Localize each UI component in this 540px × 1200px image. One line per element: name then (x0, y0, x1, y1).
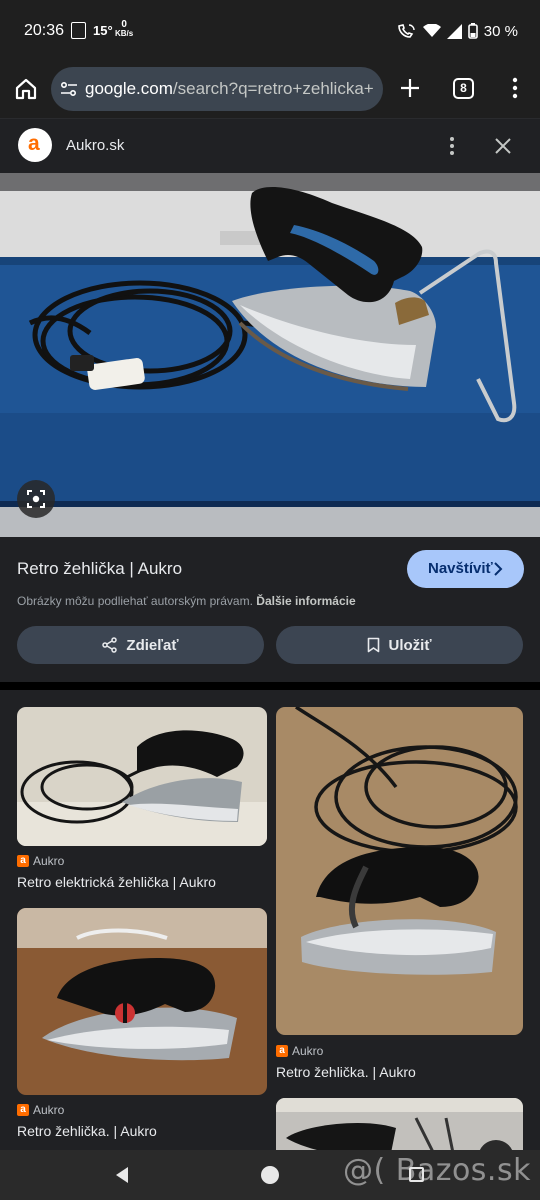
aukro-logo-letter: a (28, 132, 40, 155)
result-source: a Aukro (17, 854, 64, 868)
aukro-logo[interactable]: a (18, 128, 52, 162)
share-icon (102, 637, 118, 653)
iron-thumbnail-3 (276, 707, 523, 1035)
result-card[interactable] (276, 1098, 523, 1150)
iron-thumbnail-4 (276, 1098, 523, 1150)
address-bar[interactable]: google.com/search?q=retro+zehlicka+ (51, 67, 383, 111)
wifi-icon (422, 24, 441, 37)
result-thumbnail[interactable] (17, 707, 267, 846)
result-source-name: Aukro (33, 1103, 65, 1117)
battery-percent: 30 % (483, 22, 518, 40)
source-name[interactable]: Aukro.sk (66, 137, 124, 154)
result-card[interactable]: a Aukro Retro elektrická žehlička | Aukr… (17, 707, 267, 890)
result-source: a Aukro (276, 1044, 323, 1058)
back-icon[interactable] (114, 1166, 130, 1184)
lens-button[interactable] (17, 480, 55, 518)
lens-icon (27, 490, 45, 508)
status-bar: 20:36 15° 0 KB/s 30 % (0, 0, 540, 62)
home-nav-icon[interactable] (261, 1166, 279, 1184)
result-card[interactable]: a Aukro Retro žehlička. | Aukro (17, 908, 267, 1139)
iron-thumbnail-1 (17, 707, 267, 846)
iron-thumbnail-2 (17, 908, 267, 1095)
result-title[interactable]: Retro žehlička. | Aukro (276, 1064, 416, 1080)
home-icon[interactable] (13, 76, 39, 102)
result-source-name: Aukro (292, 1044, 324, 1058)
result-source-name: Aukro (33, 854, 65, 868)
aukro-mini-logo: a (276, 1045, 288, 1057)
plus-icon[interactable] (398, 76, 422, 100)
section-divider (0, 682, 540, 690)
bazos-watermark: @( Bazos.sk (343, 1153, 531, 1188)
net-speed-unit: KB/s (115, 29, 134, 38)
share-button[interactable]: Zdieľať (17, 626, 264, 664)
aukro-mini-logo: a (17, 855, 29, 867)
image-preview-panel: a Aukro.sk Retro žehlička | Aukro Navští… (0, 118, 540, 682)
visit-button[interactable]: Navštíviť (407, 550, 524, 588)
status-right: 30 % (397, 22, 518, 40)
preview-source-row: a Aukro.sk (0, 119, 540, 173)
status-net-speed: 0 KB/s (115, 19, 134, 39)
result-source: a Aukro (17, 1103, 64, 1117)
battery-icon (467, 23, 478, 39)
result-card[interactable]: a Aukro Retro žehlička. | Aukro (276, 707, 523, 1080)
system-nav-bar: @( Bazos.sk (0, 1150, 540, 1200)
result-title[interactable]: Retro elektrická žehlička | Aukro (17, 874, 216, 890)
result-thumbnail[interactable] (276, 1098, 523, 1150)
status-time: 20:36 (24, 22, 65, 39)
net-speed-value: 0 (121, 19, 127, 30)
save-label: Uložiť (388, 636, 432, 654)
copyright-text: Obrázky môžu podliehať autorským právam. (17, 594, 253, 608)
share-label: Zdieľať (126, 636, 179, 654)
url-text[interactable]: google.com/search?q=retro+zehlicka+ (85, 79, 374, 99)
call-wifi-icon (397, 24, 415, 38)
site-settings-icon[interactable] (60, 80, 78, 98)
tabs-icon[interactable]: 8 (453, 78, 474, 99)
chevron-right-icon (494, 562, 503, 576)
browser-toolbar: google.com/search?q=retro+zehlicka+ 8 (0, 62, 540, 118)
result-thumbnail[interactable] (276, 707, 523, 1035)
copyright-notice: Obrázky môžu podliehať autorským právam.… (17, 594, 356, 608)
result-title: Retro žehlička | Aukro (17, 559, 183, 578)
signal-icon (446, 23, 462, 39)
more-info-link[interactable]: Ďalšie informácie (256, 594, 355, 608)
notification-icon (71, 22, 86, 39)
preview-image[interactable] (0, 173, 540, 537)
save-button[interactable]: Uložiť (276, 626, 523, 664)
url-path: /search?q=retro+zehlicka+ (172, 79, 374, 98)
related-images-grid: a Aukro Retro elektrická žehlička | Aukr… (0, 690, 540, 1150)
result-thumbnail[interactable] (17, 908, 267, 1095)
close-icon[interactable] (493, 136, 513, 156)
visit-label: Navštíviť (428, 560, 493, 577)
bookmark-icon (368, 637, 380, 653)
iron-photo (0, 173, 540, 537)
more-vert-icon[interactable] (503, 76, 527, 100)
status-temperature: 15° (93, 23, 113, 38)
url-host: google.com (85, 79, 173, 98)
more-vert-icon[interactable] (443, 135, 461, 157)
aukro-mini-logo: a (17, 1104, 29, 1116)
result-title[interactable]: Retro žehlička. | Aukro (17, 1123, 157, 1139)
